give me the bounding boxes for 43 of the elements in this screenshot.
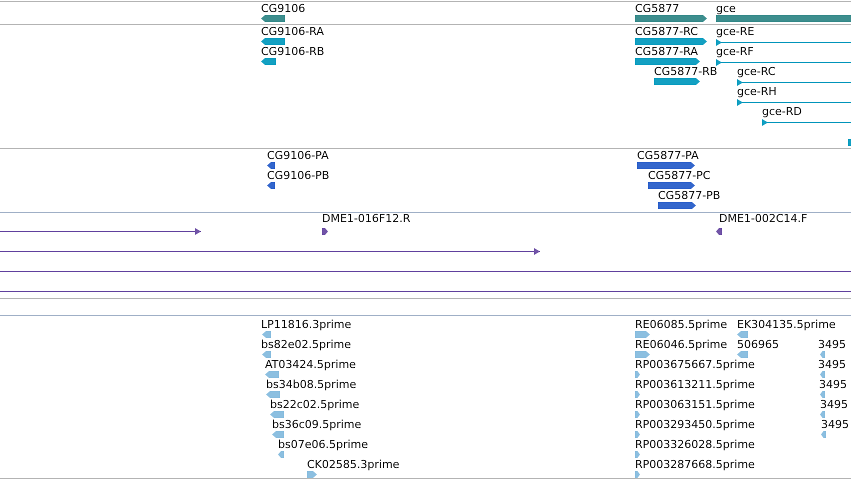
est-label: RP003287668.5prime	[635, 458, 755, 471]
transcript-label: CG5877-RA	[635, 45, 698, 58]
est-label: EK304135.5prime	[737, 318, 836, 331]
est-label: CK02585.3prime	[307, 458, 400, 471]
est-label: bs22c02.5prime	[270, 398, 360, 411]
est-label: 3495	[820, 398, 848, 411]
transcript-label: gce-RC	[737, 65, 776, 78]
transcript-label: gce-RF	[716, 45, 754, 58]
est-label: 3495	[818, 338, 846, 351]
est-label: RP003613211.5prime	[635, 378, 755, 391]
est-label: RP003326028.5prime	[635, 438, 755, 451]
protein-label: CG5877-PA	[637, 149, 699, 162]
est-label: bs36c09.5prime	[272, 418, 362, 431]
est-label: 506965	[737, 338, 779, 351]
clone-label: DME1-002C14.F	[719, 212, 808, 225]
clone-label: DME1-016F12.R	[322, 212, 410, 225]
est-label: RE06046.5prime	[635, 338, 728, 351]
est-label: 3495	[821, 418, 849, 431]
gene-label: gce	[716, 2, 736, 15]
gene-label: CG5877	[635, 2, 680, 15]
transcript-label: CG5877-RB	[654, 65, 718, 78]
transcript-label: CG5877-RC	[635, 25, 698, 38]
est-label: bs34b08.5prime	[266, 378, 356, 391]
protein-label: CG5877-PB	[658, 189, 720, 202]
est-label: RE06085.5prime	[635, 318, 728, 331]
est-label: bs82e02.5prime	[261, 338, 352, 351]
est-label: RP003293450.5prime	[635, 418, 755, 431]
gene-label: CG9106	[261, 2, 306, 15]
est-label: LP11816.3prime	[261, 318, 352, 331]
transcript-label: CG9106-RA	[261, 25, 324, 38]
protein-label: CG5877-PC	[648, 169, 710, 182]
transcript-label: gce-RE	[716, 25, 754, 38]
est-label: 3495	[819, 378, 847, 391]
est-label: bs07e06.5prime	[278, 438, 368, 451]
est-label: RP003675667.5prime	[635, 358, 755, 371]
protein-label: CG9106-PB	[267, 169, 330, 182]
est-label: 3495	[818, 358, 846, 371]
protein-label: CG9106-PA	[267, 149, 329, 162]
transcript-label: gce-RD	[762, 105, 802, 118]
transcript-label: gce-RH	[737, 85, 777, 98]
transcript-label: CG9106-RB	[261, 45, 324, 58]
est-label: RP003063151.5prime	[635, 398, 755, 411]
est-label: AT03424.5prime	[265, 358, 356, 371]
